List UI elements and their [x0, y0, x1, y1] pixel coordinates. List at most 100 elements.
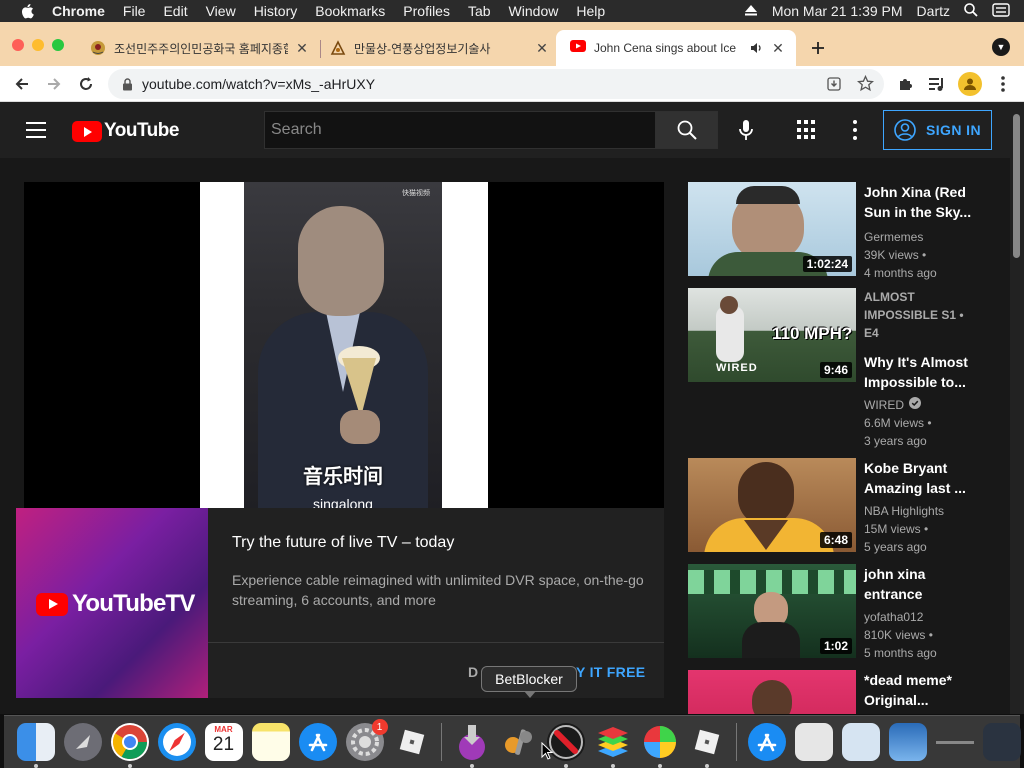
- extensions-puzzle-icon[interactable]: [895, 73, 917, 95]
- lock-icon[interactable]: [120, 77, 134, 91]
- control-center-icon[interactable]: [992, 2, 1010, 20]
- close-tab-icon[interactable]: ✕: [534, 40, 550, 56]
- channel-name[interactable]: yofatha012: [864, 608, 984, 626]
- video-thumbnail[interactable]: 1:02:24: [688, 182, 856, 276]
- guide-menu-icon[interactable]: [26, 122, 46, 138]
- voice-search-mic-icon[interactable]: [734, 118, 758, 142]
- spotlight-search-icon[interactable]: [964, 2, 978, 20]
- related-video[interactable]: 1:02 john xina entrance yofatha012 810K …: [688, 564, 1000, 660]
- scrollbar-thumb[interactable]: [1013, 114, 1020, 258]
- sign-in-button[interactable]: SIGN IN: [883, 110, 992, 150]
- related-video[interactable]: *dead meme* Original...: [688, 670, 1000, 714]
- related-video[interactable]: 6:48 Kobe Bryant Amazing last ... NBA Hi…: [688, 458, 1000, 554]
- menu-tab[interactable]: Tab: [468, 3, 491, 19]
- related-video[interactable]: 1:02:24 John Xina (Red Sun in the Sky...…: [688, 182, 1000, 280]
- screenshot-thumbnail-icon[interactable]: [841, 723, 880, 761]
- video-thumbnail[interactable]: 1:02: [688, 564, 856, 658]
- bluestacks-multi-icon[interactable]: [641, 723, 679, 768]
- finder-icon[interactable]: [16, 723, 55, 768]
- tab-search-chevron-icon[interactable]: ▼: [992, 38, 1010, 56]
- minimized-window-icon[interactable]: [935, 723, 974, 761]
- video-title[interactable]: *dead meme* Original...: [864, 670, 974, 710]
- search-button[interactable]: [655, 111, 718, 149]
- keychain-access-icon[interactable]: [500, 723, 538, 761]
- dprk-emblem-icon: [90, 40, 106, 56]
- audio-playing-icon[interactable]: [750, 41, 764, 55]
- menu-window[interactable]: Window: [509, 3, 559, 19]
- video-thumbnail[interactable]: 6:48: [688, 458, 856, 552]
- close-window-button[interactable]: [12, 39, 24, 51]
- channel-name[interactable]: Germemes: [864, 228, 984, 246]
- media-controls-icon[interactable]: [926, 73, 948, 95]
- chrome-menu-kebab-icon[interactable]: [992, 73, 1014, 95]
- roblox-studio-icon[interactable]: [688, 723, 726, 768]
- video-thumbnail[interactable]: [688, 670, 856, 714]
- video-player[interactable]: 快猫视频 音乐时间 singalong: [24, 182, 664, 508]
- reload-button[interactable]: [75, 73, 97, 95]
- system-preferences-icon[interactable]: 1: [345, 719, 388, 761]
- related-video[interactable]: 110 MPH? WIRED 9:46 ALMOST IMPOSSIBLE S1…: [688, 288, 1000, 448]
- url-text: youtube.com/watch?v=xMs_-aHrUXY: [142, 76, 376, 92]
- video-title[interactable]: john xina entrance: [864, 564, 974, 604]
- video-views: 15M views •: [864, 522, 929, 536]
- page-scrollbar[interactable]: [1010, 102, 1024, 714]
- menubar-user[interactable]: Dartz: [917, 3, 950, 19]
- menu-edit[interactable]: Edit: [163, 3, 187, 19]
- video-title[interactable]: John Xina (Red Sun in the Sky...: [864, 182, 974, 222]
- forward-button[interactable]: [43, 73, 65, 95]
- downloads-folder-icon[interactable]: [888, 723, 927, 761]
- apple-icon[interactable]: [18, 2, 36, 20]
- menu-bookmarks[interactable]: Bookmarks: [315, 3, 385, 19]
- app-store-icon[interactable]: [298, 723, 337, 761]
- mouse-cursor-icon: [541, 741, 554, 760]
- video-thumbnail[interactable]: 110 MPH? WIRED 9:46: [688, 288, 856, 382]
- roblox-icon[interactable]: [393, 723, 431, 761]
- notes-icon[interactable]: [251, 723, 290, 761]
- channel-name[interactable]: NBA Highlights: [864, 502, 984, 520]
- minimize-window-button[interactable]: [32, 39, 44, 51]
- tab-title: 조선민주주의인민공화국 홈페지종합: [114, 41, 288, 56]
- tab-manmulsang[interactable]: 만물상-연풍상업정보기술사 ✕: [316, 30, 560, 66]
- back-button[interactable]: [11, 73, 33, 95]
- chrome-icon[interactable]: [110, 723, 149, 768]
- search-input[interactable]: Search: [264, 111, 656, 149]
- promo-dismiss-button[interactable]: D: [468, 664, 478, 680]
- bookmark-star-icon[interactable]: [856, 74, 875, 97]
- menu-help[interactable]: Help: [576, 3, 605, 19]
- close-tab-icon[interactable]: ✕: [294, 40, 310, 56]
- menu-file[interactable]: File: [123, 3, 146, 19]
- document-icon[interactable]: [794, 723, 833, 761]
- promo-try-free-button[interactable]: Y IT FREE: [576, 664, 645, 680]
- profile-avatar[interactable]: [958, 72, 982, 96]
- apps-grid-icon[interactable]: [797, 120, 817, 140]
- launchpad-icon[interactable]: [63, 723, 102, 761]
- install-app-icon[interactable]: [826, 76, 842, 97]
- tab-dprk-portal[interactable]: 조선민주주의인민공화국 홈페지종합 ✕: [76, 30, 320, 66]
- bluestacks-icon[interactable]: [594, 723, 632, 768]
- eject-icon[interactable]: [744, 3, 758, 19]
- new-tab-button[interactable]: [808, 30, 828, 66]
- account-circle-icon: [894, 119, 916, 141]
- youtube-tv-art: YouTubeTV: [16, 508, 208, 698]
- tab-youtube-active[interactable]: John Cena sings about Ice ✕: [556, 30, 796, 66]
- video-title[interactable]: Why It's Almost Impossible to...: [864, 352, 974, 392]
- calendar-icon[interactable]: MAR 21: [204, 723, 243, 761]
- menubar-datetime[interactable]: Mon Mar 21 1:39 PM: [772, 3, 903, 19]
- video-title[interactable]: Kobe Bryant Amazing last ...: [864, 458, 974, 498]
- channel-name[interactable]: WIRED: [864, 396, 904, 414]
- close-tab-icon[interactable]: ✕: [770, 40, 786, 56]
- zoom-window-button[interactable]: [52, 39, 64, 51]
- address-bar[interactable]: youtube.com/watch?v=xMs_-aHrUXY: [108, 69, 884, 99]
- menu-app-chrome[interactable]: Chrome: [52, 3, 105, 19]
- youtube-logo[interactable]: YouTube: [72, 120, 179, 142]
- safari-icon[interactable]: [157, 723, 196, 761]
- installer-icon[interactable]: [453, 723, 491, 768]
- settings-kebab-icon[interactable]: [852, 120, 858, 140]
- minimized-window-thumbnail-icon[interactable]: [982, 723, 1021, 761]
- app-store-folder-icon[interactable]: [747, 723, 786, 761]
- menu-profiles[interactable]: Profiles: [403, 3, 450, 19]
- channel-row[interactable]: WIRED: [864, 396, 984, 414]
- menu-history[interactable]: History: [254, 3, 298, 19]
- search-icon: [677, 120, 697, 140]
- menu-view[interactable]: View: [206, 3, 236, 19]
